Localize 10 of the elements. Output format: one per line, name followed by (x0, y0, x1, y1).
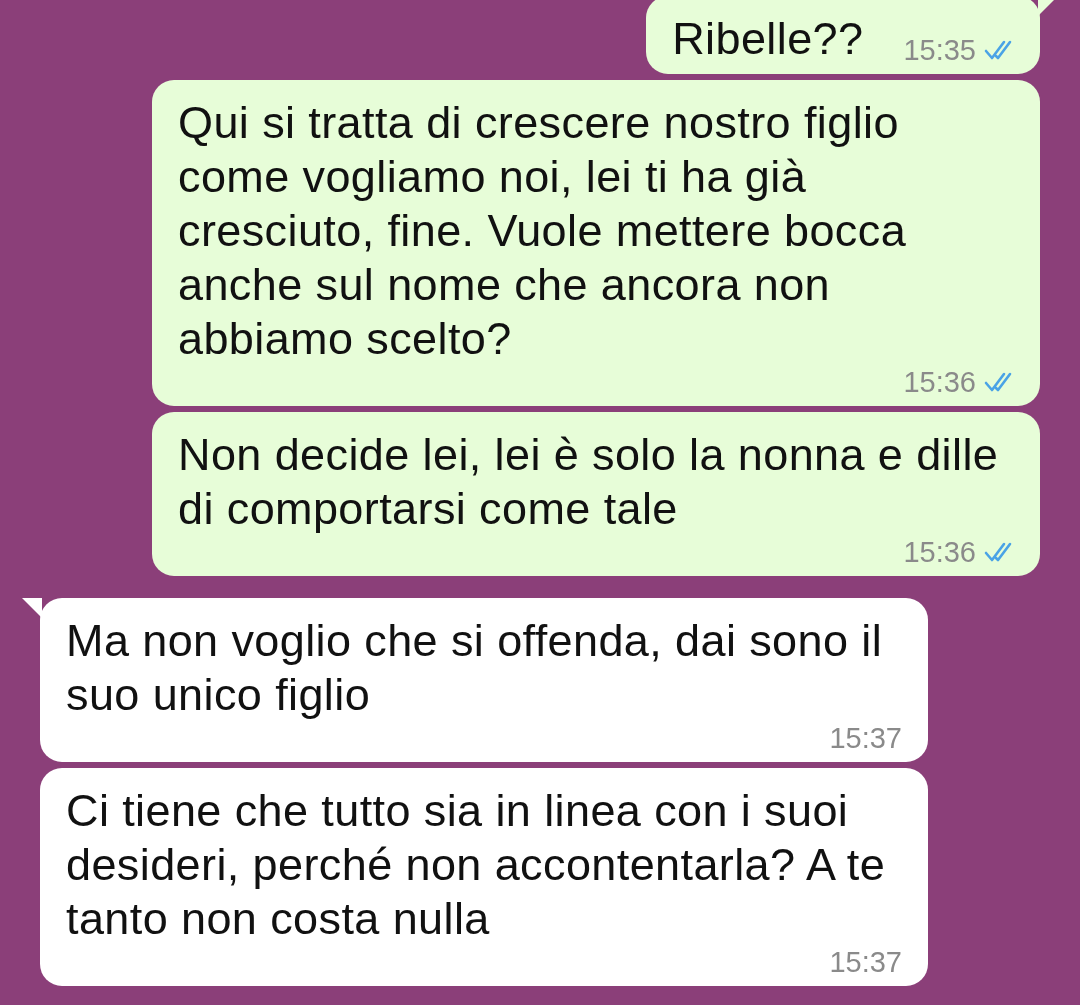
message-time: 15:37 (829, 946, 902, 978)
message-text: Ribelle?? (672, 12, 864, 66)
message-time: 15:35 (903, 34, 976, 66)
message-time: 15:36 (903, 536, 976, 568)
message-text: Non decide lei, lei è solo la nonna e dille di comportarsi come tale (178, 428, 1000, 536)
message-text: Qui si tratta di crescere nostro figlio come vogliamo noi, lei ti ha già cresciuto, fine. Vuole mettere bocca anche sul nome che ancora non abbiamo scelto? (178, 96, 908, 366)
message-time: 15:36 (903, 366, 976, 398)
message-text: Ci tiene che tutto sia in linea con i suoi desideri, perché non accontentarla? A te tanto non costa nulla (66, 784, 887, 946)
message-text: Ma non voglio che si offenda, dai sono il suo unico figlio (66, 614, 884, 722)
message-time: 15:37 (829, 722, 902, 754)
